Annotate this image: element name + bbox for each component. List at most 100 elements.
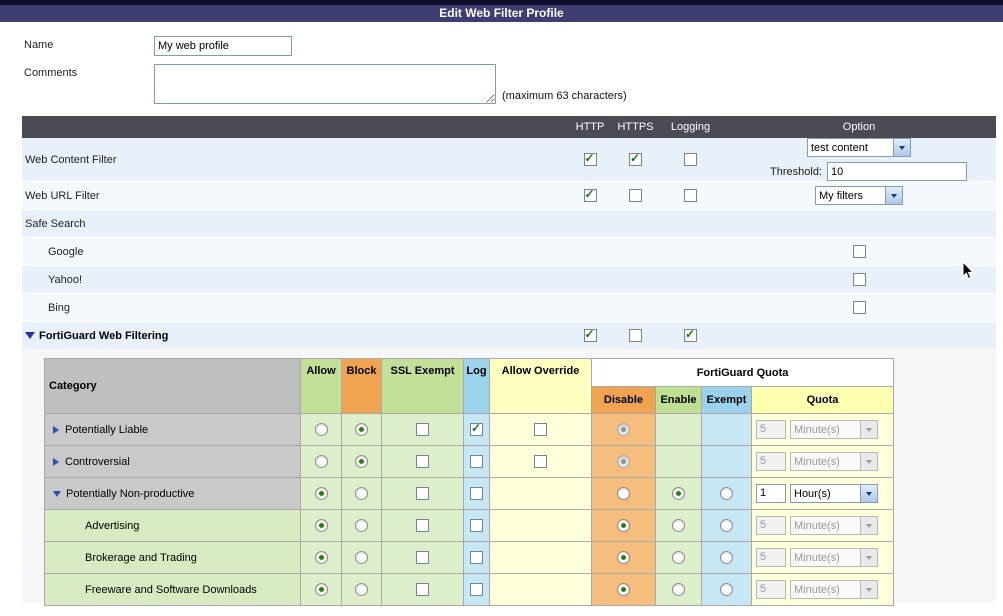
allow-radio[interactable] xyxy=(314,423,328,436)
allow-override-checkbox[interactable] xyxy=(534,423,547,436)
block-radio[interactable] xyxy=(355,519,368,532)
chevron-down-icon xyxy=(860,517,877,535)
ssl-exempt-checkbox[interactable] xyxy=(416,519,429,532)
log-checkbox[interactable] xyxy=(470,551,483,564)
web-content-filter-logging-checkbox[interactable] xyxy=(684,153,697,166)
quota-value-input xyxy=(756,451,786,471)
column-header-https: HTTPS xyxy=(612,116,659,138)
expand-arrow-icon[interactable] xyxy=(53,457,59,466)
block-radio[interactable] xyxy=(355,583,368,596)
log-checkbox[interactable] xyxy=(470,583,483,596)
allow-override-checkbox[interactable] xyxy=(534,455,547,468)
quota-unit-select: Minute(s) xyxy=(790,420,878,440)
quota-exempt-radio[interactable] xyxy=(720,519,733,532)
yahoo-safesearch-checkbox[interactable] xyxy=(852,273,866,286)
row-safe-search: Safe Search xyxy=(22,209,996,238)
chevron-down-icon xyxy=(860,453,877,471)
ssl-exempt-checkbox[interactable] xyxy=(416,583,429,596)
allow-radio[interactable] xyxy=(314,551,328,564)
column-header-exempt: Exempt xyxy=(701,386,752,414)
quota-unit-select[interactable]: Hour(s) xyxy=(790,484,878,504)
fortiguard-web-filtering-label: FortiGuard Web Filtering xyxy=(39,329,169,342)
log-checkbox[interactable] xyxy=(470,455,483,468)
column-header-allow-override: Allow Override xyxy=(489,358,592,414)
name-input[interactable] xyxy=(154,36,292,56)
collapse-arrow-icon[interactable] xyxy=(53,490,61,497)
quota-disable-radio xyxy=(617,423,630,436)
chevron-down-icon xyxy=(860,581,877,599)
quota-enable-radio[interactable] xyxy=(672,583,685,596)
category-table-header-row-1: Category Allow Block SSL Exempt Log Allo… xyxy=(44,358,895,414)
expand-arrow-icon[interactable] xyxy=(53,425,59,434)
web-url-filter-http-checkbox[interactable] xyxy=(583,188,597,202)
row-web-content-filter: Web Content Filter test content Threshol… xyxy=(22,138,996,182)
quota-exempt-radio[interactable] xyxy=(720,487,733,500)
quota-disable-radio[interactable] xyxy=(617,551,630,564)
web-url-filter-https-checkbox[interactable] xyxy=(629,189,642,202)
chevron-down-icon xyxy=(893,139,910,156)
bing-safesearch-checkbox[interactable] xyxy=(852,301,866,314)
column-header-fortiguard-quota: FortiGuard Quota xyxy=(590,358,895,387)
block-radio[interactable] xyxy=(355,551,368,564)
allow-radio[interactable] xyxy=(314,455,328,468)
quota-unit-select: Minute(s) xyxy=(790,452,878,472)
yahoo-label: Yahoo! xyxy=(22,265,568,294)
quota-exempt-radio[interactable] xyxy=(720,583,733,596)
comments-textarea[interactable] xyxy=(154,64,496,104)
chevron-down-icon xyxy=(860,549,877,567)
column-header-log: Log xyxy=(463,358,490,414)
quota-enable-radio[interactable] xyxy=(672,487,685,500)
web-content-filter-option-select[interactable]: test content xyxy=(807,138,911,157)
allow-radio[interactable] xyxy=(314,487,328,500)
ssl-exempt-checkbox[interactable] xyxy=(416,551,429,564)
log-checkbox[interactable] xyxy=(470,487,483,500)
filter-table-header-row: HTTP HTTPS Logging Option xyxy=(22,116,996,138)
name-label: Name xyxy=(24,39,54,51)
collapse-arrow-icon[interactable] xyxy=(25,332,35,340)
comments-label: Comments xyxy=(24,67,78,79)
ssl-exempt-checkbox[interactable] xyxy=(416,487,429,500)
quota-value-input xyxy=(756,579,786,599)
quota-enable-radio[interactable] xyxy=(672,519,685,532)
block-radio[interactable] xyxy=(355,487,368,500)
quota-unit-select: Minute(s) xyxy=(790,516,878,536)
web-content-filter-label: Web Content Filter xyxy=(22,138,568,182)
row-fortiguard-web-filtering: FortiGuard Web Filtering xyxy=(22,321,996,350)
web-content-filter-http-checkbox[interactable] xyxy=(583,152,597,166)
category-row-freeware-and-software-downloads: Freeware and Software Downloads Minute(s… xyxy=(44,573,895,606)
quota-disable-radio[interactable] xyxy=(617,519,630,532)
category-label: Potentially Liable xyxy=(65,423,149,436)
allow-radio[interactable] xyxy=(314,583,328,596)
threshold-input[interactable] xyxy=(827,162,967,181)
page-title-text: Edit Web Filter Profile xyxy=(439,6,564,20)
quota-disable-radio[interactable] xyxy=(617,487,630,500)
column-header-category: Category xyxy=(44,358,301,414)
ssl-exempt-checkbox[interactable] xyxy=(416,455,429,468)
web-url-filter-label: Web URL Filter xyxy=(22,181,568,210)
web-url-filter-logging-checkbox[interactable] xyxy=(684,189,697,202)
web-url-filter-option-select[interactable]: My filters xyxy=(815,186,903,205)
fortiguard-https-checkbox[interactable] xyxy=(629,329,642,342)
web-content-filter-https-checkbox[interactable] xyxy=(629,152,642,166)
chevron-down-icon xyxy=(860,485,877,503)
fortiguard-http-checkbox[interactable] xyxy=(583,328,597,342)
threshold-label: Threshold: xyxy=(770,165,822,178)
log-checkbox[interactable] xyxy=(470,422,483,436)
quota-value-input[interactable] xyxy=(756,483,786,503)
quota-exempt-radio[interactable] xyxy=(720,551,733,564)
quota-value-input xyxy=(756,547,786,567)
fortiguard-logging-checkbox[interactable] xyxy=(684,328,697,342)
block-radio[interactable] xyxy=(355,423,368,436)
quota-disable-radio[interactable] xyxy=(617,583,630,596)
column-header-enable: Enable xyxy=(655,386,702,414)
allow-radio[interactable] xyxy=(314,519,328,532)
quota-enable-radio[interactable] xyxy=(672,551,685,564)
google-safesearch-checkbox[interactable] xyxy=(852,245,866,258)
ssl-exempt-checkbox[interactable] xyxy=(416,423,429,436)
block-radio[interactable] xyxy=(355,455,368,468)
filter-table: HTTP HTTPS Logging Option Web Content Fi… xyxy=(22,116,996,350)
log-checkbox[interactable] xyxy=(470,519,483,532)
column-header-allow: Allow xyxy=(300,358,342,414)
quota-unit-select: Minute(s) xyxy=(790,580,878,600)
quota-value-input xyxy=(756,515,786,535)
